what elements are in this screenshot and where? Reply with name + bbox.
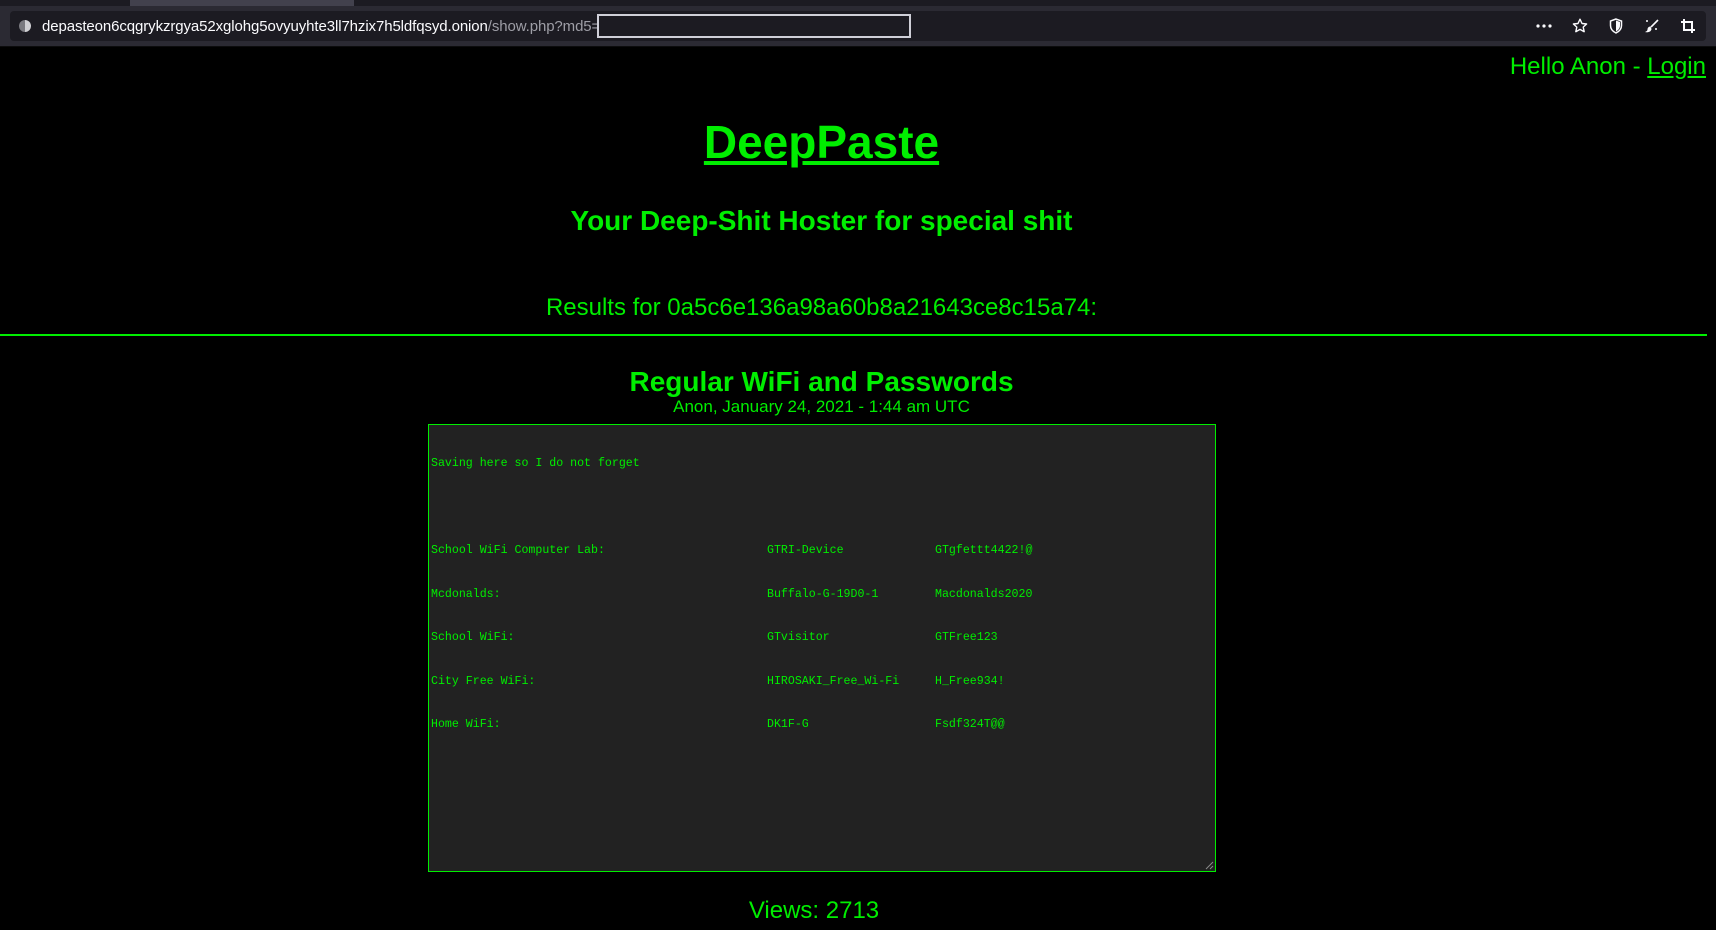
browser-toolbar: depasteon6cqgrykzrgya52xglohg5ovyuyhte3l… bbox=[0, 6, 1716, 47]
page-scrollbar[interactable] bbox=[1708, 47, 1716, 930]
login-link[interactable]: Login bbox=[1647, 53, 1706, 80]
wifi-password: Fsdf324T@@ bbox=[935, 718, 1005, 731]
url-edit-field[interactable] bbox=[597, 14, 911, 38]
shield-icon[interactable] bbox=[1598, 11, 1634, 41]
paste-author-date: Anon, January 24, 2021 - 1:44 am UTC bbox=[673, 397, 970, 416]
wifi-password: H_Free934! bbox=[935, 674, 1005, 688]
resize-grip-icon[interactable] bbox=[1204, 860, 1214, 870]
wifi-location: City Free WiFi: bbox=[431, 674, 536, 688]
site-info-icon[interactable] bbox=[19, 20, 31, 32]
wifi-network-name: HIROSAKI_Free_Wi-Fi bbox=[767, 674, 900, 688]
wifi-row: City Free WiFi: HIROSAKI_Free_Wi-Fi H_Free… bbox=[431, 675, 1032, 690]
wifi-location: Home WiFi: bbox=[431, 718, 501, 731]
paste-content: Saving here so I do not forget School Wi… bbox=[431, 428, 1032, 762]
address-bar[interactable]: depasteon6cqgrykzrgya52xglohg5ovyuyhte3l… bbox=[10, 11, 1706, 41]
wifi-password: GTgfettt4422!@ bbox=[935, 544, 1033, 557]
view-count: Views: 2713 bbox=[748, 897, 880, 924]
more-actions-icon[interactable] bbox=[1526, 11, 1562, 41]
wifi-network-name: GTvisitor bbox=[767, 631, 830, 644]
paste-intro-line: Saving here so I do not forget bbox=[431, 457, 640, 470]
url-domain: depasteon6cqgrykzrgya52xglohg5ovyuyhte3l… bbox=[42, 18, 488, 35]
wifi-location: Mcdonalds: bbox=[431, 587, 501, 601]
wifi-password: Macdonalds2020 bbox=[935, 587, 1033, 601]
wifi-row: School WiFi: GTvisitor GTFree123 bbox=[431, 631, 1032, 646]
wifi-location: School WiFi: bbox=[431, 631, 515, 644]
url-actions bbox=[1526, 11, 1706, 41]
wifi-row: School WiFi Computer Lab: GTRI-Device GTgf… bbox=[431, 544, 1032, 559]
greeting-text: Hello Anon - bbox=[1509, 53, 1648, 80]
paste-title: Regular WiFi and Passwords bbox=[629, 366, 1014, 397]
wifi-network-name: GTRI-Device bbox=[767, 544, 844, 557]
paste-textarea[interactable]: Saving here so I do not forget School Wi… bbox=[428, 424, 1216, 872]
wifi-row: Home WiFi: DK1F-G Fsdf324T@@ bbox=[431, 718, 1032, 733]
crop-icon[interactable] bbox=[1670, 11, 1706, 41]
url-text[interactable]: depasteon6cqgrykzrgya52xglohg5ovyuyhte3l… bbox=[42, 18, 600, 35]
page-content: Hello Anon - Login DeepPaste Your Deep-S… bbox=[0, 47, 1716, 930]
wifi-network-name: DK1F-G bbox=[767, 718, 809, 731]
bookmark-star-icon[interactable] bbox=[1562, 11, 1598, 41]
user-greeting: Hello Anon - Login bbox=[1510, 53, 1706, 81]
wifi-password: GTFree123 bbox=[935, 631, 998, 644]
wifi-network-name: Buffalo-G-19D0-1 bbox=[767, 587, 879, 601]
divider-line bbox=[0, 334, 1707, 336]
results-heading: Results for 0a5c6e136a98a60b8a21643ce8c1… bbox=[545, 294, 1098, 321]
site-tagline: Your Deep-Shit Hoster for special shit bbox=[570, 205, 1073, 236]
site-title: DeepPaste bbox=[0, 115, 1643, 169]
wifi-row: Mcdonalds: Buffalo-G-19D0-1 Macdonalds2020 bbox=[431, 588, 1032, 603]
brush-icon[interactable] bbox=[1634, 11, 1670, 41]
wifi-location: School WiFi Computer Lab: bbox=[431, 544, 605, 557]
url-path: /show.php?md5= bbox=[487, 18, 601, 35]
site-title-link[interactable]: DeepPaste bbox=[704, 116, 939, 168]
